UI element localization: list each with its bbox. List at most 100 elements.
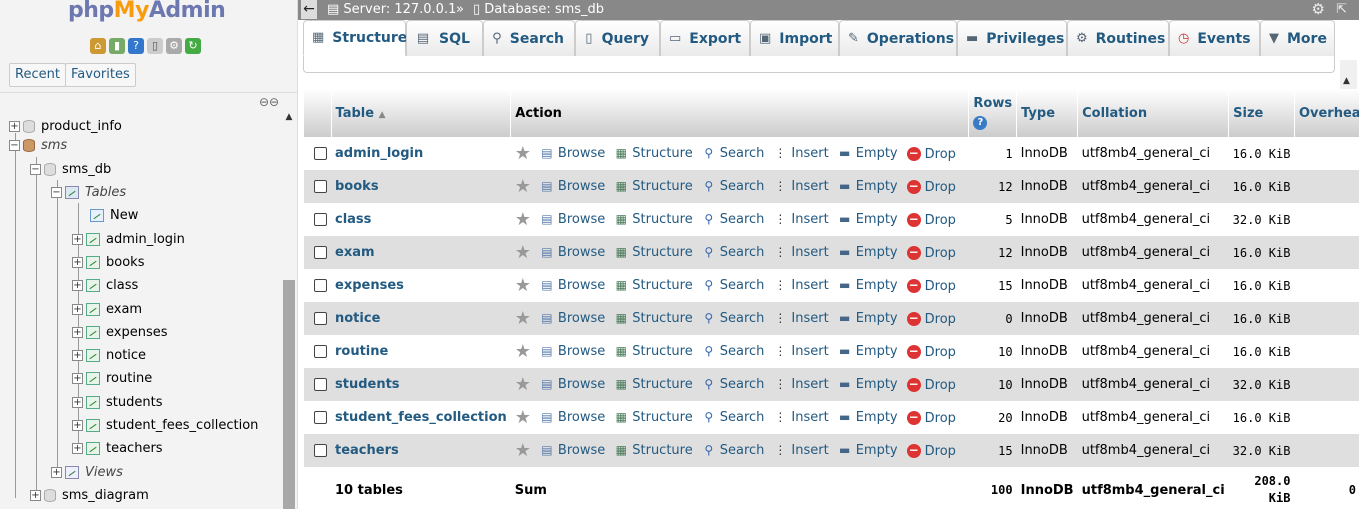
table-name-link[interactable]: notice bbox=[335, 311, 380, 326]
column-header-collation[interactable]: Collation bbox=[1077, 89, 1230, 137]
settings-gear-icon[interactable]: ⚙ bbox=[1312, 0, 1325, 19]
favorite-star-icon[interactable]: ★ bbox=[515, 407, 531, 428]
row-checkbox[interactable] bbox=[314, 279, 327, 292]
table-name-link[interactable]: expenses bbox=[335, 278, 404, 293]
expand-icon[interactable]: + bbox=[72, 397, 83, 408]
browse-action-link[interactable]: ▤ Browse bbox=[540, 311, 605, 326]
table-name-link[interactable]: student_fees_collection bbox=[335, 410, 507, 425]
structure-action-link[interactable]: ▦ Structure bbox=[614, 146, 693, 161]
insert-action-link[interactable]: ⋮ Insert bbox=[773, 443, 828, 458]
insert-action-link[interactable]: ⋮ Insert bbox=[773, 344, 828, 359]
favorite-star-icon[interactable]: ★ bbox=[515, 275, 531, 296]
expand-icon[interactable]: + bbox=[72, 257, 83, 268]
insert-action-link[interactable]: ⋮ Insert bbox=[773, 146, 828, 161]
structure-action-link[interactable]: ▦ Structure bbox=[614, 344, 693, 359]
tab-operations[interactable]: ✎ Operations bbox=[839, 20, 957, 56]
row-size-cell[interactable]: 16.0 KiB bbox=[1228, 137, 1295, 170]
empty-action-link[interactable]: ▬ Empty bbox=[838, 212, 898, 227]
tab-search[interactable]: ⚲ Search bbox=[483, 20, 575, 56]
recent-button[interactable]: Recent bbox=[9, 63, 66, 87]
tab-routines[interactable]: ⚙ Routines bbox=[1067, 20, 1169, 56]
insert-action-link[interactable]: ⋮ Insert bbox=[773, 410, 828, 425]
favorite-star-icon[interactable]: ★ bbox=[515, 143, 531, 164]
row-size-cell[interactable]: 32.0 KiB bbox=[1228, 203, 1295, 236]
favorite-star-icon[interactable]: ★ bbox=[515, 209, 531, 230]
column-header-size[interactable]: Size bbox=[1228, 89, 1295, 137]
row-size-cell[interactable]: 16.0 KiB bbox=[1228, 335, 1295, 368]
expand-icon[interactable]: + bbox=[72, 280, 83, 291]
tab-more[interactable]: ▼ More bbox=[1260, 20, 1335, 56]
favorites-button[interactable]: Favorites bbox=[65, 63, 136, 87]
empty-action-link[interactable]: ▬ Empty bbox=[838, 410, 898, 425]
tree-table-admin-login[interactable]: + admin_login bbox=[72, 230, 185, 250]
tree-table-routine[interactable]: + routine bbox=[72, 369, 152, 389]
search-action-link[interactable]: ⚲ Search bbox=[702, 278, 764, 293]
structure-action-link[interactable]: ▦ Structure bbox=[614, 245, 693, 260]
expand-icon[interactable]: + bbox=[72, 327, 83, 338]
insert-action-link[interactable]: ⋮ Insert bbox=[773, 245, 828, 260]
row-size-cell[interactable]: 16.0 KiB bbox=[1228, 401, 1295, 434]
structure-action-link[interactable]: ▦ Structure bbox=[614, 443, 693, 458]
drop-action-link[interactable]: − Drop bbox=[906, 345, 956, 360]
collapse-icon[interactable]: ⇱ bbox=[1336, 0, 1347, 19]
tab-privileges[interactable]: ▬ Privileges bbox=[957, 20, 1067, 56]
reload-icon[interactable]: ↻ bbox=[185, 38, 201, 54]
empty-action-link[interactable]: ▬ Empty bbox=[838, 311, 898, 326]
row-checkbox[interactable] bbox=[314, 213, 327, 226]
empty-action-link[interactable]: ▬ Empty bbox=[838, 179, 898, 194]
empty-action-link[interactable]: ▬ Empty bbox=[838, 377, 898, 392]
column-header-rows[interactable]: Rows? bbox=[968, 89, 1018, 137]
search-action-link[interactable]: ⚲ Search bbox=[702, 443, 764, 458]
empty-action-link[interactable]: ▬ Empty bbox=[838, 278, 898, 293]
drop-action-link[interactable]: − Drop bbox=[906, 378, 956, 393]
browse-action-link[interactable]: ▤ Browse bbox=[540, 278, 605, 293]
tree-group-sms[interactable]: − sms bbox=[9, 136, 67, 156]
tree-views-group[interactable]: + Views bbox=[51, 463, 123, 483]
drop-action-link[interactable]: − Drop bbox=[906, 411, 956, 426]
structure-action-link[interactable]: ▦ Structure bbox=[614, 278, 693, 293]
insert-action-link[interactable]: ⋮ Insert bbox=[773, 278, 828, 293]
expand-icon[interactable]: + bbox=[72, 373, 83, 384]
row-checkbox[interactable] bbox=[314, 378, 327, 391]
insert-action-link[interactable]: ⋮ Insert bbox=[773, 212, 828, 227]
expand-icon[interactable]: + bbox=[72, 304, 83, 315]
expand-icon[interactable]: + bbox=[72, 234, 83, 245]
search-action-link[interactable]: ⚲ Search bbox=[702, 212, 764, 227]
breadcrumb-server[interactable]: ▤ Server: 127.0.0.1 bbox=[327, 0, 456, 19]
insert-action-link[interactable]: ⋮ Insert bbox=[773, 179, 828, 194]
structure-action-link[interactable]: ▦ Structure bbox=[614, 311, 693, 326]
drop-action-link[interactable]: − Drop bbox=[906, 213, 956, 228]
favorite-star-icon[interactable]: ★ bbox=[515, 374, 531, 395]
tree-db-sms-db[interactable]: − sms_db bbox=[30, 160, 111, 180]
favorite-star-icon[interactable]: ★ bbox=[515, 440, 531, 461]
row-size-cell[interactable]: 16.0 KiB bbox=[1228, 170, 1295, 203]
collapse-icon[interactable]: − bbox=[9, 140, 20, 151]
favorite-star-icon[interactable]: ★ bbox=[515, 176, 531, 197]
drop-action-link[interactable]: − Drop bbox=[906, 279, 956, 294]
tree-table-books[interactable]: + books bbox=[72, 253, 144, 273]
search-action-link[interactable]: ⚲ Search bbox=[702, 245, 764, 260]
search-action-link[interactable]: ⚲ Search bbox=[702, 377, 764, 392]
table-name-link[interactable]: books bbox=[335, 179, 379, 194]
drop-action-link[interactable]: − Drop bbox=[906, 180, 956, 195]
browse-action-link[interactable]: ▤ Browse bbox=[540, 377, 605, 392]
search-action-link[interactable]: ⚲ Search bbox=[702, 344, 764, 359]
drop-action-link[interactable]: − Drop bbox=[906, 147, 956, 162]
table-name-link[interactable]: exam bbox=[335, 245, 375, 260]
expand-icon[interactable]: + bbox=[51, 467, 62, 478]
tree-table-expenses[interactable]: + expenses bbox=[72, 323, 168, 343]
tab-export[interactable]: ▭ Export bbox=[660, 20, 750, 56]
table-name-link[interactable]: routine bbox=[335, 344, 388, 359]
table-name-link[interactable]: class bbox=[335, 212, 371, 227]
favorite-star-icon[interactable]: ★ bbox=[515, 242, 531, 263]
row-checkbox[interactable] bbox=[314, 312, 327, 325]
tab-structure[interactable]: ▦ Structure bbox=[303, 20, 407, 56]
browse-action-link[interactable]: ▤ Browse bbox=[540, 212, 605, 227]
column-header-overhead[interactable]: Overhead bbox=[1294, 89, 1359, 137]
tree-table-students[interactable]: + students bbox=[72, 393, 162, 413]
phpmyadmin-logo[interactable]: phpMyAdmin bbox=[68, 0, 226, 23]
empty-action-link[interactable]: ▬ Empty bbox=[838, 146, 898, 161]
nav-scrollbar[interactable] bbox=[283, 280, 295, 509]
row-size-cell[interactable]: 16.0 KiB bbox=[1228, 236, 1295, 269]
expand-icon[interactable]: + bbox=[72, 350, 83, 361]
